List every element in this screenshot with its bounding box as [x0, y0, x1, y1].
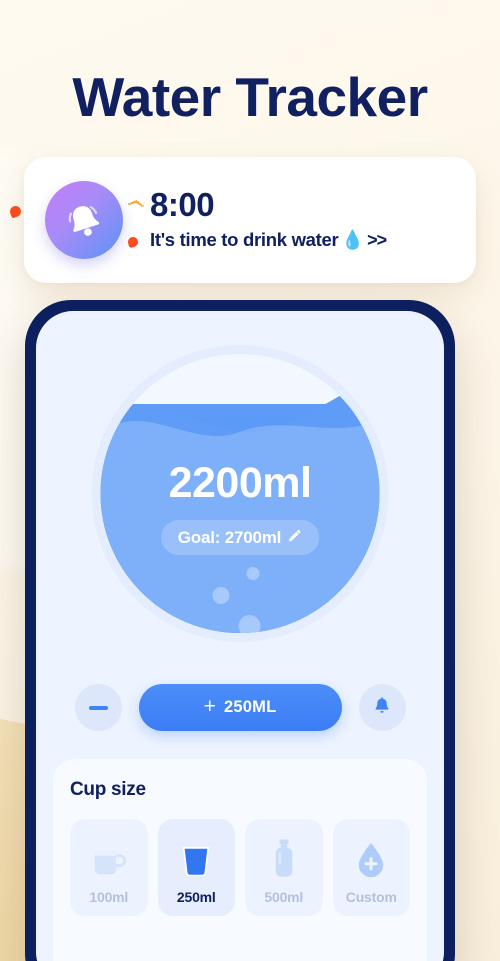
cup-option-custom[interactable]: Custom — [332, 819, 410, 916]
action-row: + 250ML — [36, 684, 444, 731]
edit-pencil-icon[interactable] — [287, 527, 302, 548]
add-water-button[interactable]: + 250ML — [138, 684, 342, 731]
water-drop-icon: 💧 — [341, 229, 365, 250]
spiral-icon: ෴ — [126, 189, 147, 213]
reminder-button[interactable] — [358, 684, 406, 731]
bubble — [212, 587, 230, 604]
notification-text: ෴ 8:00 It's time to drink water 💧 >> — [127, 186, 387, 253]
droplet-plus-icon — [355, 837, 387, 879]
goal-label: Goal: 2700ml — [177, 528, 282, 547]
water-progress-circle[interactable]: 2200ml Goal: 2700ml — [100, 354, 380, 633]
mug-icon — [89, 837, 129, 879]
bell-icon — [45, 181, 123, 259]
goal-pill[interactable]: Goal: 2700ml — [160, 520, 320, 555]
notification-message-row: It's time to drink water 💧 >> — [150, 227, 387, 253]
cup-option-label: 250ml — [176, 889, 216, 905]
phone-mockup: 2200ml Goal: 2700ml + 250ML Cup size 100… — [25, 300, 455, 961]
decrease-button[interactable] — [74, 684, 122, 731]
notification-message: It's time to drink water — [150, 229, 339, 250]
cup-option-label: 100ml — [89, 889, 129, 905]
cup-size-card: Cup size 100ml 250ml 500ml Custom — [53, 759, 427, 961]
bubble — [238, 615, 261, 633]
water-progress-ring: 2200ml Goal: 2700ml — [91, 345, 389, 642]
page-title: Water Tracker — [72, 66, 428, 128]
cup-option-label: 500ml — [264, 889, 304, 905]
cup-option-250ml[interactable]: 250ml — [157, 819, 235, 916]
decorative-orange-dot — [126, 235, 140, 249]
cup-option-label: Custom — [345, 889, 397, 905]
chevron-right-icon[interactable]: >> — [367, 227, 387, 253]
bubble — [246, 567, 260, 580]
bell-icon — [372, 696, 392, 719]
bottle-icon — [271, 837, 297, 879]
cup-size-title: Cup size — [70, 779, 146, 800]
cup-option-100ml[interactable]: 100ml — [70, 819, 148, 916]
notification-card[interactable]: ෴ 8:00 It's time to drink water 💧 >> — [24, 157, 476, 283]
phone-screen: 2200ml Goal: 2700ml + 250ML Cup size 100… — [36, 311, 444, 961]
plus-icon: + — [203, 695, 217, 718]
cup-size-options: 100ml 250ml 500ml Custom — [70, 819, 410, 916]
notification-time: 8:00 — [150, 186, 215, 223]
add-water-label: 250ML — [224, 698, 277, 716]
cup-icon — [179, 837, 213, 879]
water-amount: 2200ml — [168, 459, 312, 507]
minus-icon — [88, 705, 108, 710]
notification-icon-wrap — [45, 181, 123, 259]
cup-option-500ml[interactable]: 500ml — [245, 819, 323, 916]
